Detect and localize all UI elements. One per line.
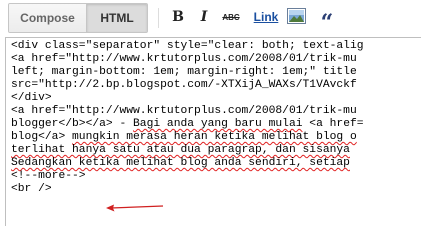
image-icon[interactable] (287, 8, 306, 24)
code-line: </div> (11, 92, 52, 104)
bold-button[interactable]: B (170, 7, 186, 27)
toolbar-divider (158, 8, 159, 28)
html-tab[interactable]: HTML (87, 4, 147, 32)
code-text: blogger</b></a> - (11, 118, 134, 130)
editor-toolbar: Compose HTML B I ABC Link “ (0, 0, 421, 36)
code-line: left; margin-bottom: 1em; margin-right: … (11, 66, 357, 78)
link-button[interactable]: Link (252, 7, 280, 27)
code-line: <br /> (11, 183, 52, 195)
spellcheck-text: mungkin merasa heran ketika melihat blog… (72, 131, 357, 143)
code-text: blog</a> (11, 131, 73, 143)
quote-button[interactable]: “ (318, 7, 336, 36)
strikethrough-button[interactable]: ABC (220, 7, 242, 27)
code-line: <a href="http://www.krtutorplus.com/2008… (11, 53, 357, 65)
mode-tabs: Compose HTML (8, 3, 148, 33)
italic-button[interactable]: I (196, 7, 212, 27)
code-line: src="http://2.bp.blogspot.com/-XTXijA_WA… (11, 79, 357, 91)
spellcheck-text: Bagi anda yang baru mulai (133, 118, 303, 130)
code-line: terlihat hanya satu atau dua paragrap, d… (11, 144, 350, 156)
more-tag-line: <!--more--> (11, 170, 86, 182)
html-editor[interactable]: <div class="separator" style="clear: bot… (5, 37, 421, 226)
compose-tab[interactable]: Compose (9, 4, 87, 32)
code-line: <div class="separator" style="clear: bot… (11, 40, 364, 52)
code-line: blogger</b></a> - Bagi anda yang baru mu… (11, 118, 364, 131)
code-line: blog</a> mungkin merasa heran ketika mel… (11, 131, 357, 144)
pointer-arrow-icon (106, 204, 164, 212)
code-text: <a href= (302, 118, 364, 130)
code-line: Sedangkan ketika melihat blog anda sendi… (11, 157, 350, 169)
code-line: <a href="http://www.krtutorplus.com/2008… (11, 105, 357, 117)
